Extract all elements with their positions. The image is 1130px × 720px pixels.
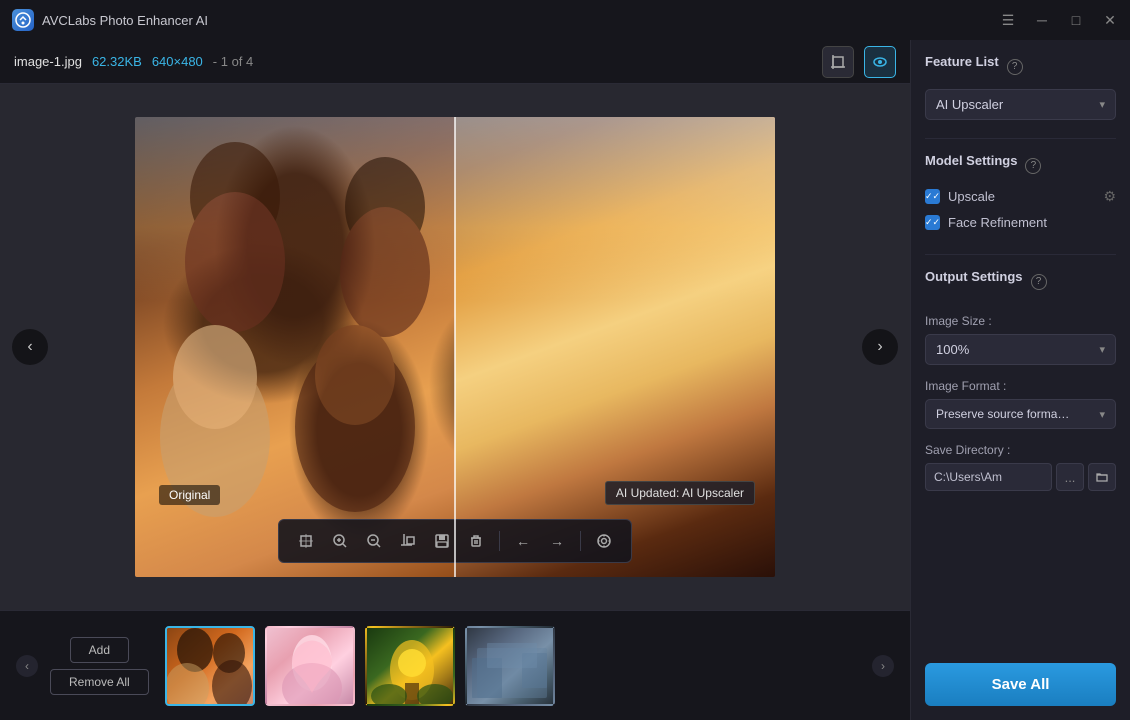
minimize-button[interactable]: ─ — [1034, 12, 1050, 28]
image-size-dropdown[interactable]: 100% ▾ — [925, 334, 1116, 365]
image-container: Original AI Updated: AI Upscaler — [135, 117, 775, 577]
open-folder-button[interactable] — [1088, 463, 1116, 491]
next-image-button[interactable]: › — [862, 329, 898, 365]
left-panel: image-1.jpg 62.32KB 640×480 - 1 of 4 — [0, 40, 910, 720]
viewer-area: ‹ — [0, 84, 910, 610]
toolbar-separator — [499, 531, 500, 551]
image-size-label: Image Size : — [925, 314, 1116, 328]
compare-button[interactable] — [589, 526, 619, 556]
app-icon — [12, 9, 34, 31]
chevron-down-icon-size: ▾ — [1099, 343, 1105, 356]
original-label: Original — [159, 485, 220, 505]
delete-button[interactable] — [461, 526, 491, 556]
thumbnails-container — [165, 626, 860, 706]
save-directory-input[interactable]: C:\Users\Am — [925, 463, 1052, 491]
ai-badge: AI Updated: AI Upscaler — [605, 481, 755, 505]
output-settings-help-icon[interactable]: ? — [1031, 274, 1047, 290]
window-controls: ☰ ─ □ ✕ — [1000, 12, 1118, 28]
zoom-out-button[interactable] — [359, 526, 389, 556]
right-panel-spacer — [925, 491, 1116, 647]
add-remove-controls: Add Remove All — [50, 637, 149, 695]
image-format-label: Image Format : — [925, 379, 1116, 393]
save-button[interactable] — [427, 526, 457, 556]
main-layout: image-1.jpg 62.32KB 640×480 - 1 of 4 — [0, 40, 1130, 720]
topbar: image-1.jpg 62.32KB 640×480 - 1 of 4 — [0, 40, 910, 84]
output-settings-title: Output Settings — [925, 269, 1023, 284]
crop-view-button[interactable] — [822, 46, 854, 78]
zoom-in-button[interactable] — [325, 526, 355, 556]
model-settings-help-icon[interactable]: ? — [1025, 158, 1041, 174]
chevron-down-icon: ▾ — [1099, 98, 1105, 111]
app-title: AVCLabs Photo Enhancer AI — [42, 13, 1000, 28]
preview-button[interactable] — [864, 46, 896, 78]
file-size: 62.32KB — [92, 54, 142, 69]
save-dir-label: Save Directory : — [925, 443, 1116, 457]
thumbnail-2[interactable] — [265, 626, 355, 706]
thumbnail-strip: ‹ Add Remove All — [0, 610, 910, 720]
crop-button[interactable] — [393, 526, 423, 556]
save-directory-row: C:\Users\Am ... — [925, 463, 1116, 491]
thumbnail-1[interactable] — [165, 626, 255, 706]
right-panel: Feature List ? AI Upscaler ▾ Model Setti… — [910, 40, 1130, 720]
upscale-row: ✓ Upscale ⚙ — [925, 188, 1116, 205]
toolbar-separator-2 — [580, 531, 581, 551]
save-all-button[interactable]: Save All — [925, 663, 1116, 706]
model-settings-title: Model Settings — [925, 153, 1017, 168]
feature-list-help-icon[interactable]: ? — [1007, 59, 1023, 75]
face-refinement-label: Face Refinement — [948, 215, 1116, 230]
file-dimensions: 640×480 — [152, 54, 203, 69]
split-divider — [454, 117, 456, 577]
thumbnail-3[interactable] — [365, 626, 455, 706]
next-button[interactable]: → — [542, 526, 572, 556]
upscale-settings-icon[interactable]: ⚙ — [1103, 188, 1116, 205]
feature-list-title: Feature List — [925, 54, 999, 69]
face-refinement-checkbox[interactable]: ✓ — [925, 215, 940, 230]
upscale-checkbox[interactable]: ✓ — [925, 189, 940, 204]
feature-list-section-header: Feature List ? — [925, 54, 1116, 79]
thumb-next-button[interactable]: › — [872, 655, 894, 677]
upscale-label: Upscale — [948, 189, 1095, 204]
file-name: image-1.jpg — [14, 54, 82, 69]
fit-view-button[interactable] — [291, 526, 321, 556]
titlebar: AVCLabs Photo Enhancer AI ☰ ─ □ ✕ — [0, 0, 1130, 40]
remove-all-button[interactable]: Remove All — [50, 669, 149, 695]
face-refinement-row: ✓ Face Refinement — [925, 215, 1116, 230]
file-count: - 1 of 4 — [213, 54, 253, 69]
section-divider-2 — [925, 254, 1116, 255]
maximize-button[interactable]: □ — [1068, 12, 1084, 28]
feature-list-dropdown[interactable]: AI Upscaler ▾ — [925, 89, 1116, 120]
thumb-prev-button[interactable]: ‹ — [16, 655, 38, 677]
prev-button[interactable]: ← — [508, 526, 538, 556]
close-button[interactable]: ✕ — [1102, 12, 1118, 28]
browse-path-button[interactable]: ... — [1056, 463, 1084, 491]
thumbnail-4[interactable] — [465, 626, 555, 706]
model-settings-section-header: Model Settings ? — [925, 153, 1116, 178]
add-button[interactable]: Add — [70, 637, 129, 663]
chevron-down-icon-format: ▾ — [1099, 408, 1105, 421]
prev-image-button[interactable]: ‹ — [12, 329, 48, 365]
menu-button[interactable]: ☰ — [1000, 12, 1016, 28]
image-format-dropdown[interactable]: Preserve source forma… ▾ — [925, 399, 1116, 429]
output-settings-section-header: Output Settings ? — [925, 269, 1116, 294]
section-divider-1 — [925, 138, 1116, 139]
